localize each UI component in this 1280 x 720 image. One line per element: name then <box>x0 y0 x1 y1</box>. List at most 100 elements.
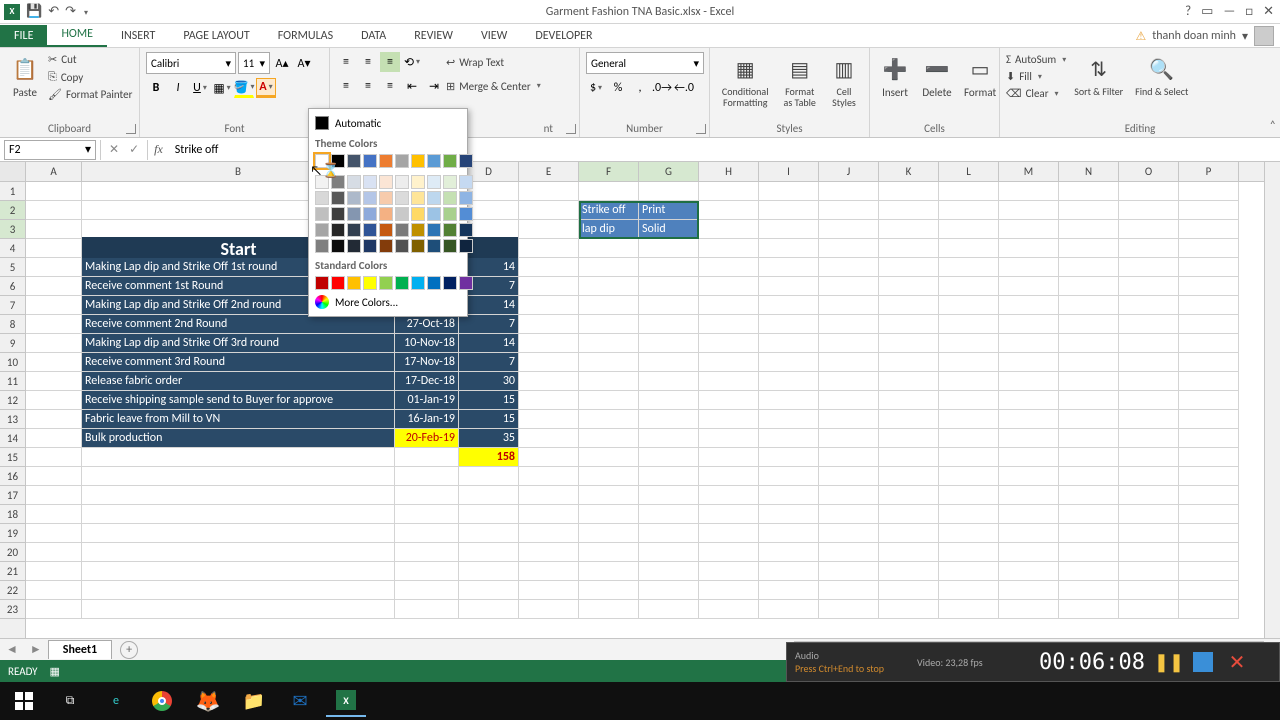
color-swatch[interactable] <box>411 207 425 221</box>
cell-K22[interactable] <box>879 581 939 600</box>
increase-decimal-button[interactable]: .0→ <box>652 78 672 98</box>
cell-F19[interactable] <box>579 524 639 543</box>
cell-B17[interactable] <box>82 486 395 505</box>
cell-H19[interactable] <box>699 524 759 543</box>
cell-M3[interactable] <box>999 220 1059 239</box>
cell-I23[interactable] <box>759 600 819 619</box>
color-swatch[interactable] <box>315 154 329 168</box>
page-layout-tab[interactable]: PAGE LAYOUT <box>169 25 263 47</box>
color-swatch[interactable] <box>459 191 473 205</box>
insert-tab[interactable]: INSERT <box>107 25 169 47</box>
cell-M13[interactable] <box>999 410 1059 429</box>
cell-F6[interactable] <box>579 277 639 296</box>
color-swatch[interactable] <box>411 223 425 237</box>
row-header-15[interactable]: 15 <box>0 448 25 467</box>
color-swatch[interactable] <box>315 276 329 290</box>
cell-B21[interactable] <box>82 562 395 581</box>
cell-N14[interactable] <box>1059 429 1119 448</box>
cell-M5[interactable] <box>999 258 1059 277</box>
cell-G7[interactable] <box>639 296 699 315</box>
clipboard-launcher[interactable] <box>126 124 136 134</box>
cell-A3[interactable] <box>26 220 82 239</box>
cell-H5[interactable] <box>699 258 759 277</box>
cell-A15[interactable] <box>26 448 82 467</box>
column-header-N[interactable]: N <box>1059 162 1119 181</box>
cell-B16[interactable] <box>82 467 395 486</box>
cell-F13[interactable] <box>579 410 639 429</box>
color-swatch[interactable] <box>443 191 457 205</box>
cell-O21[interactable] <box>1119 562 1179 581</box>
cell-I19[interactable] <box>759 524 819 543</box>
cell-C23[interactable] <box>395 600 459 619</box>
table-row-days[interactable]: 7 <box>459 353 519 372</box>
column-header-E[interactable]: E <box>519 162 579 181</box>
cell-L9[interactable] <box>939 334 999 353</box>
cell-M18[interactable] <box>999 505 1059 524</box>
cell-I6[interactable] <box>759 277 819 296</box>
decrease-indent-button[interactable]: ⇤ <box>402 76 422 96</box>
cell-M21[interactable] <box>999 562 1059 581</box>
cell-B18[interactable] <box>82 505 395 524</box>
font-name-combo[interactable]: Calibri▾ <box>146 52 236 74</box>
table-row-days[interactable]: 7 <box>459 315 519 334</box>
table-row-date[interactable]: 27-Oct-18 <box>395 315 459 334</box>
cell-A11[interactable] <box>26 372 82 391</box>
cell-O12[interactable] <box>1119 391 1179 410</box>
cell-N19[interactable] <box>1059 524 1119 543</box>
cell-I13[interactable] <box>759 410 819 429</box>
cell-O3[interactable] <box>1119 220 1179 239</box>
cell-M11[interactable] <box>999 372 1059 391</box>
cell-K21[interactable] <box>879 562 939 581</box>
cell-D16[interactable] <box>459 467 519 486</box>
sort-filter-button[interactable]: ⇅Sort & Filter <box>1070 52 1127 99</box>
cell-A4[interactable] <box>26 239 82 258</box>
cell-K15[interactable] <box>879 448 939 467</box>
merge-center-button[interactable]: ⊞Merge & Center <box>446 79 541 94</box>
cell-M17[interactable] <box>999 486 1059 505</box>
review-tab[interactable]: REVIEW <box>400 25 467 47</box>
cell-E4[interactable] <box>519 239 579 258</box>
color-swatch[interactable] <box>363 276 377 290</box>
cell-H4[interactable] <box>699 239 759 258</box>
cell-grid[interactable]: StartMaking Lap dip and Strike Off 1st r… <box>26 182 1280 638</box>
cell-E12[interactable] <box>519 391 579 410</box>
table-row-task[interactable]: Receive shipping sample send to Buyer fo… <box>82 391 395 410</box>
color-swatch[interactable] <box>443 276 457 290</box>
cell-L15[interactable] <box>939 448 999 467</box>
color-swatch[interactable] <box>459 223 473 237</box>
orientation-button[interactable]: ⟲ <box>402 52 422 72</box>
cell-G15[interactable] <box>639 448 699 467</box>
color-swatch[interactable] <box>427 276 441 290</box>
cell-F21[interactable] <box>579 562 639 581</box>
table-row-date[interactable]: 17-Dec-18 <box>395 372 459 391</box>
rec-stop-button[interactable] <box>1193 652 1213 672</box>
column-header-G[interactable]: G <box>639 162 699 181</box>
cell-H23[interactable] <box>699 600 759 619</box>
cell-N10[interactable] <box>1059 353 1119 372</box>
color-swatch[interactable] <box>459 207 473 221</box>
cell-E15[interactable] <box>519 448 579 467</box>
table-row-date[interactable]: 20-Feb-19 <box>395 429 459 448</box>
column-header-J[interactable]: J <box>819 162 879 181</box>
autosum-button[interactable]: ΣAutoSum <box>1006 52 1066 67</box>
cell-D19[interactable] <box>459 524 519 543</box>
color-swatch[interactable] <box>363 191 377 205</box>
cell-N21[interactable] <box>1059 562 1119 581</box>
column-header-L[interactable]: L <box>939 162 999 181</box>
cell-J23[interactable] <box>819 600 879 619</box>
color-swatch[interactable] <box>363 175 377 189</box>
cell-L4[interactable] <box>939 239 999 258</box>
cell-F15[interactable] <box>579 448 639 467</box>
sheet-nav-prev[interactable]: ◄ <box>0 642 24 657</box>
color-swatch[interactable] <box>347 175 361 189</box>
percent-button[interactable]: % <box>608 78 628 98</box>
cell-F3[interactable]: lap dip <box>579 220 639 239</box>
table-row-days[interactable]: 15 <box>459 391 519 410</box>
cell-A19[interactable] <box>26 524 82 543</box>
color-swatch[interactable] <box>331 154 345 168</box>
cell-P13[interactable] <box>1179 410 1239 429</box>
cell-O4[interactable] <box>1119 239 1179 258</box>
cell-H11[interactable] <box>699 372 759 391</box>
table-row-date[interactable]: 16-Jan-19 <box>395 410 459 429</box>
add-sheet-button[interactable]: + <box>120 641 138 659</box>
